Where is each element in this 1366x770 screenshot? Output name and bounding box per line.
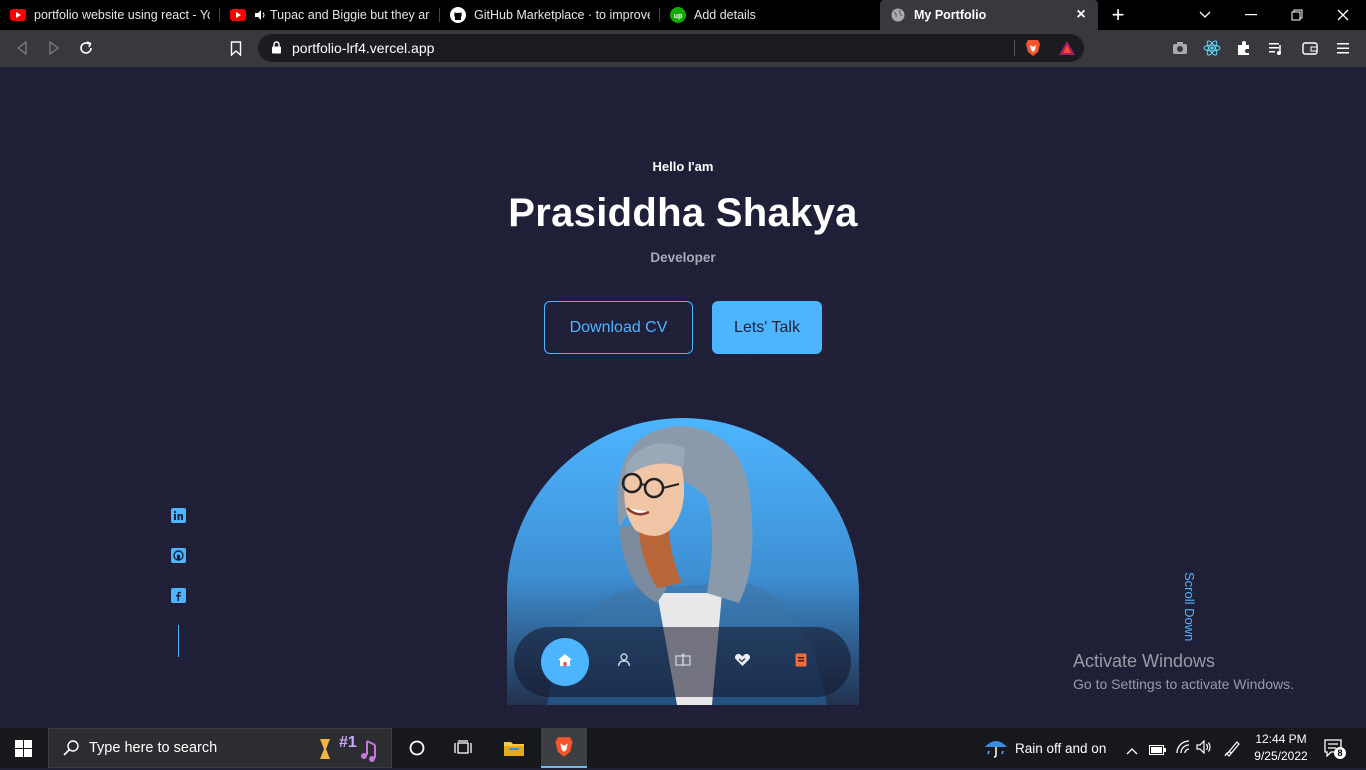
brave-taskbar-icon[interactable] (541, 728, 587, 768)
home-icon (557, 653, 573, 672)
brave-rewards-icon[interactable] (1058, 40, 1076, 61)
back-icon[interactable] (11, 37, 33, 59)
youtube-icon (10, 7, 26, 23)
tab-strip: portfolio website using react - You Tupa… (0, 0, 1366, 30)
wifi-icon[interactable] (1175, 740, 1191, 759)
lock-icon[interactable] (271, 41, 282, 59)
lets-talk-button[interactable]: Lets' Talk (712, 301, 822, 354)
reload-icon[interactable] (75, 37, 97, 59)
tray-chevron-up-icon[interactable] (1126, 742, 1138, 760)
playlist-icon[interactable] (1265, 37, 1287, 59)
file-explorer-icon[interactable] (491, 728, 537, 768)
weather-rain-icon[interactable] (983, 737, 1009, 764)
search-highlight-badge: #1 (339, 734, 357, 751)
notification-center-icon[interactable]: 8 (1324, 739, 1346, 759)
watermark-subtitle: Go to Settings to activate Windows. (1073, 676, 1294, 692)
divider (1014, 40, 1015, 56)
upwork-icon: up (670, 7, 686, 23)
user-icon (617, 652, 631, 672)
facebook-icon[interactable] (171, 588, 186, 603)
pen-icon[interactable] (1224, 739, 1242, 762)
tab-my-portfolio[interactable]: My Portfolio × (880, 0, 1098, 30)
brave-shield-icon[interactable] (1025, 39, 1041, 62)
svg-text:up: up (674, 13, 683, 20)
activate-windows-watermark: Activate Windows Go to Settings to activ… (1073, 651, 1294, 692)
nav-contact[interactable] (777, 638, 825, 686)
url-text[interactable]: portfolio-lrf4.vercel.app (292, 40, 434, 56)
download-cv-button[interactable]: Download CV (544, 301, 693, 354)
message-icon (795, 653, 807, 672)
floating-nav (514, 627, 851, 697)
extensions-icon[interactable] (1233, 37, 1255, 59)
tab-title: portfolio website using react - You (34, 8, 210, 22)
camera-icon[interactable] (1169, 37, 1191, 59)
forward-icon[interactable] (43, 37, 65, 59)
tab-title: Add details (694, 8, 756, 22)
watermark-title: Activate Windows (1073, 651, 1216, 671)
close-window-icon[interactable] (1320, 0, 1366, 30)
close-tab-icon[interactable]: × (1074, 6, 1088, 24)
search-placeholder: Type here to search (89, 740, 218, 756)
battery-icon[interactable] (1149, 742, 1167, 760)
volume-icon[interactable] (1196, 739, 1212, 759)
tab-title: My Portfolio (914, 8, 987, 22)
menu-icon[interactable] (1333, 37, 1355, 59)
weather-text[interactable]: Rain off and on (1015, 741, 1106, 756)
windows-taskbar: Type here to search #1 Rain off and on 1… (0, 728, 1366, 768)
nav-experience[interactable] (659, 638, 707, 686)
tab-youtube-portfolio[interactable]: portfolio website using react - You (0, 0, 220, 30)
minimize-icon[interactable] (1228, 0, 1274, 30)
new-tab-button[interactable]: + (1098, 0, 1138, 30)
tab-title: GitHub Marketplace · to improve y (474, 8, 650, 22)
nav-services[interactable] (718, 638, 766, 686)
taskbar-search-box[interactable]: Type here to search #1 (48, 728, 392, 768)
tab-youtube-music[interactable]: Tupac and Biggie but they are (220, 0, 440, 30)
bookmark-icon[interactable] (225, 37, 247, 59)
cortana-icon[interactable] (394, 728, 440, 768)
nav-home[interactable] (541, 638, 589, 686)
react-devtools-icon[interactable] (1201, 37, 1223, 59)
search-highlight[interactable]: #1 (317, 733, 389, 765)
portfolio-page: Hello I'am Prasiddha Shakya Developer Do… (0, 67, 1366, 728)
linkedin-icon[interactable] (171, 508, 186, 523)
tab-title: Tupac and Biggie but they are (270, 8, 430, 22)
taskbar-clock[interactable]: 12:44 PM 9/25/2022 (1248, 731, 1314, 765)
windows-start-icon[interactable] (0, 728, 46, 768)
nav-about[interactable] (600, 638, 648, 686)
youtube-icon (230, 7, 246, 23)
hero-role: Developer (650, 250, 716, 265)
github-icon[interactable] (171, 548, 186, 563)
social-links (171, 508, 187, 628)
social-divider (178, 625, 179, 657)
speaker-icon[interactable] (254, 7, 266, 23)
hero-name: Prasiddha Shakya (508, 191, 858, 235)
address-bar[interactable]: portfolio-lrf4.vercel.app (258, 34, 1084, 62)
wallet-icon[interactable] (1299, 37, 1321, 59)
globe-icon (890, 7, 906, 23)
task-view-icon[interactable] (440, 728, 486, 768)
greeting: Hello I'am (652, 159, 714, 174)
book-icon (675, 653, 691, 672)
restore-icon[interactable] (1274, 0, 1320, 30)
search-icon (63, 740, 79, 761)
scroll-down-link[interactable]: Scroll Down (1182, 572, 1197, 641)
handshake-icon (734, 653, 751, 672)
tab-search-chevron-icon[interactable] (1182, 0, 1228, 30)
clock-time: 12:44 PM (1255, 732, 1307, 746)
github-icon (450, 7, 466, 23)
clock-date: 9/25/2022 (1254, 749, 1308, 763)
notification-count: 8 (1334, 747, 1346, 759)
tab-upwork[interactable]: up Add details (660, 0, 880, 30)
tab-github-marketplace[interactable]: GitHub Marketplace · to improve y (440, 0, 660, 30)
